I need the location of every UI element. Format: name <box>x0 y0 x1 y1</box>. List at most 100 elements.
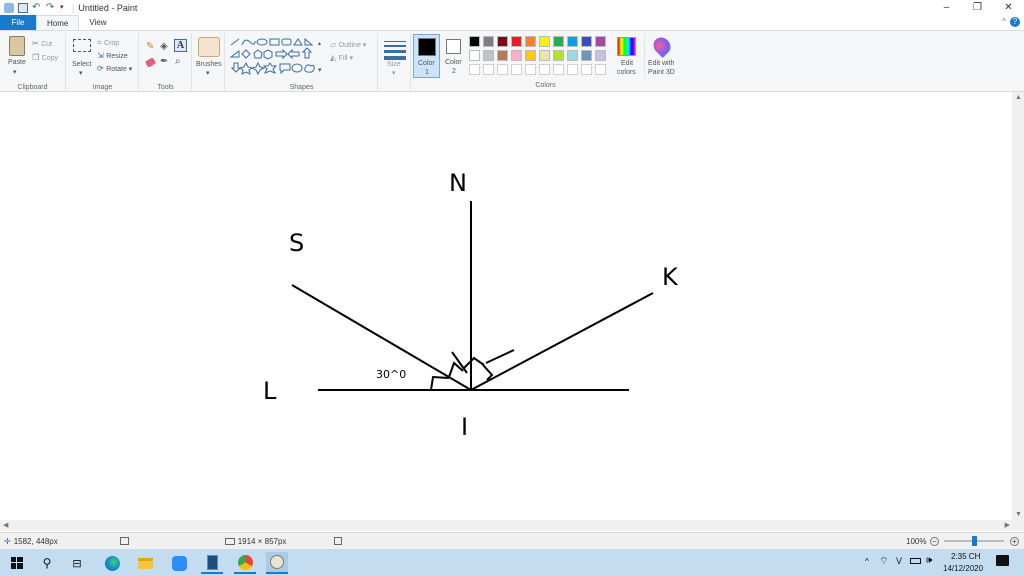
palette-swatch[interactable] <box>553 50 564 61</box>
outline-button[interactable]: ▱ Outline ▾ <box>330 39 366 49</box>
brushes-dropdown-icon[interactable]: ▾ <box>206 69 210 77</box>
palette-swatch-empty[interactable] <box>553 64 564 75</box>
show-hidden-icons[interactable]: ^ <box>865 557 869 566</box>
chrome-icon[interactable] <box>234 552 256 574</box>
calculator-icon[interactable] <box>201 552 223 574</box>
maximize-button[interactable]: ❐ <box>962 0 993 15</box>
palette-swatch[interactable] <box>567 36 578 47</box>
help-icon[interactable]: ? <box>1010 17 1020 27</box>
palette-swatch-empty[interactable] <box>525 64 536 75</box>
cursor-position: 1582, 448px <box>13 536 58 546</box>
start-button[interactable] <box>6 552 28 574</box>
palette-swatch[interactable] <box>483 50 494 61</box>
zoom-slider-thumb[interactable] <box>972 536 977 546</box>
palette-swatch[interactable] <box>595 36 606 47</box>
undo-icon[interactable]: ↶ <box>32 2 42 13</box>
redo-icon[interactable]: ↷ <box>46 2 56 13</box>
palette-swatch[interactable] <box>497 36 508 47</box>
palette-swatch-empty[interactable] <box>469 64 480 75</box>
palette-swatch[interactable] <box>525 50 536 61</box>
palette-swatch[interactable] <box>539 36 550 47</box>
palette-swatch[interactable] <box>511 36 522 47</box>
palette-swatch[interactable] <box>581 36 592 47</box>
vertical-scrollbar[interactable]: ▲ ▼ <box>1012 92 1024 520</box>
edit-with-paint3d-button[interactable]: Edit with Paint 3D <box>644 33 678 78</box>
task-view-icon[interactable]: ⊟ <box>66 552 88 574</box>
palette-swatch[interactable] <box>469 36 480 47</box>
edge-icon[interactable] <box>101 552 123 574</box>
palette-swatch[interactable] <box>469 50 480 61</box>
pencil-icon[interactable]: ✎ <box>146 41 154 52</box>
search-icon[interactable]: ⚲ <box>36 552 58 574</box>
collapse-ribbon-icon[interactable]: ^ <box>1002 17 1006 26</box>
eraser-icon[interactable] <box>144 57 157 68</box>
scroll-up-icon[interactable]: ▲ <box>1015 94 1022 101</box>
palette-swatch-empty[interactable] <box>511 64 522 75</box>
zoom-in-icon[interactable]: + <box>1010 536 1019 546</box>
palette-swatch[interactable] <box>581 50 592 61</box>
fill-button[interactable]: ◭ Fill ▾ <box>330 52 353 62</box>
copy-button[interactable]: ❐ Copy <box>32 52 58 62</box>
clock-date[interactable]: 14/12/2020 <box>943 564 983 573</box>
color2-button[interactable]: Color 2 <box>442 34 466 78</box>
scroll-down-icon[interactable]: ▼ <box>1015 511 1022 518</box>
size-dropdown-icon[interactable]: ▾ <box>392 69 396 77</box>
select-button[interactable]: Select ▾ <box>71 39 93 77</box>
palette-swatch[interactable] <box>525 36 536 47</box>
palette-swatch[interactable] <box>595 50 606 61</box>
palette-swatch-empty[interactable] <box>483 64 494 75</box>
resize-button[interactable]: ⇲ Resize <box>97 50 128 60</box>
color1-button[interactable]: Color 1 <box>413 34 440 78</box>
zoom-app-icon[interactable] <box>168 552 190 574</box>
palette-swatch-empty[interactable] <box>567 64 578 75</box>
palette-swatch-empty[interactable] <box>595 64 606 75</box>
palette-swatch[interactable] <box>483 36 494 47</box>
rainbow-icon <box>617 37 636 56</box>
brushes-group[interactable]: Brushes ▾ <box>193 33 225 91</box>
palette-swatch[interactable] <box>511 50 522 61</box>
tab-home[interactable]: Home <box>36 15 80 30</box>
zoom-slider[interactable] <box>944 536 1004 546</box>
customize-qa-icon[interactable]: ▾ <box>60 3 70 13</box>
cut-button[interactable]: ✂ Cut <box>32 38 52 48</box>
scroll-right-icon[interactable]: ▶ <box>1005 521 1010 529</box>
paste-dropdown-icon[interactable]: ▾ <box>13 68 17 76</box>
magnifier-icon[interactable]: ⌕ <box>175 56 181 67</box>
save-icon[interactable] <box>18 2 28 13</box>
shapes-gallery[interactable]: ▾ ▴ <box>229 37 327 75</box>
zoom-out-icon[interactable]: − <box>930 536 939 546</box>
window-title: Untitled - Paint <box>78 2 138 13</box>
palette-swatch[interactable] <box>553 36 564 47</box>
palette-swatch[interactable] <box>497 50 508 61</box>
notifications-icon[interactable] <box>996 555 1009 566</box>
scroll-left-icon[interactable]: ◀ <box>3 521 8 529</box>
battery-icon[interactable] <box>910 558 921 564</box>
palette-swatch-empty[interactable] <box>497 64 508 75</box>
fill-bucket-icon[interactable]: ◈ <box>160 41 168 52</box>
tab-view[interactable]: View <box>79 15 116 30</box>
crop-button[interactable]: ⌗ Crop <box>97 37 119 48</box>
palette-swatch-empty[interactable] <box>539 64 550 75</box>
paste-icon <box>9 36 25 56</box>
text-tool-icon[interactable]: A <box>174 39 187 52</box>
edit-colors-button[interactable]: Edit colors <box>612 34 642 78</box>
network-icon[interactable]: ⌔ <box>879 555 888 568</box>
tab-file[interactable]: File <box>0 15 36 30</box>
volume-icon[interactable]: 🕪 <box>926 555 932 566</box>
palette-swatch[interactable] <box>567 50 578 61</box>
close-button[interactable]: ✕ <box>993 0 1024 15</box>
drawing-canvas[interactable]: N S K L I 30^0 <box>3 95 1013 520</box>
color-picker-icon[interactable]: ✒ <box>160 56 168 67</box>
palette-swatch-empty[interactable] <box>581 64 592 75</box>
horizontal-scrollbar[interactable]: ◀ ▶ <box>0 520 1024 531</box>
clock-time[interactable]: 2:35 CH <box>951 552 980 561</box>
language-indicator[interactable]: V <box>896 556 902 566</box>
paste-button[interactable]: Paste ▾ <box>6 36 28 76</box>
file-explorer-icon[interactable] <box>134 552 156 574</box>
select-dropdown-icon[interactable]: ▾ <box>79 69 83 77</box>
palette-swatch[interactable] <box>539 50 550 61</box>
minimize-button[interactable]: – <box>931 0 962 15</box>
paint-taskbar-icon[interactable] <box>266 552 288 574</box>
rotate-button[interactable]: ⟳ Rotate ▾ <box>97 63 132 73</box>
size-group[interactable]: Size ▾ <box>379 33 411 91</box>
